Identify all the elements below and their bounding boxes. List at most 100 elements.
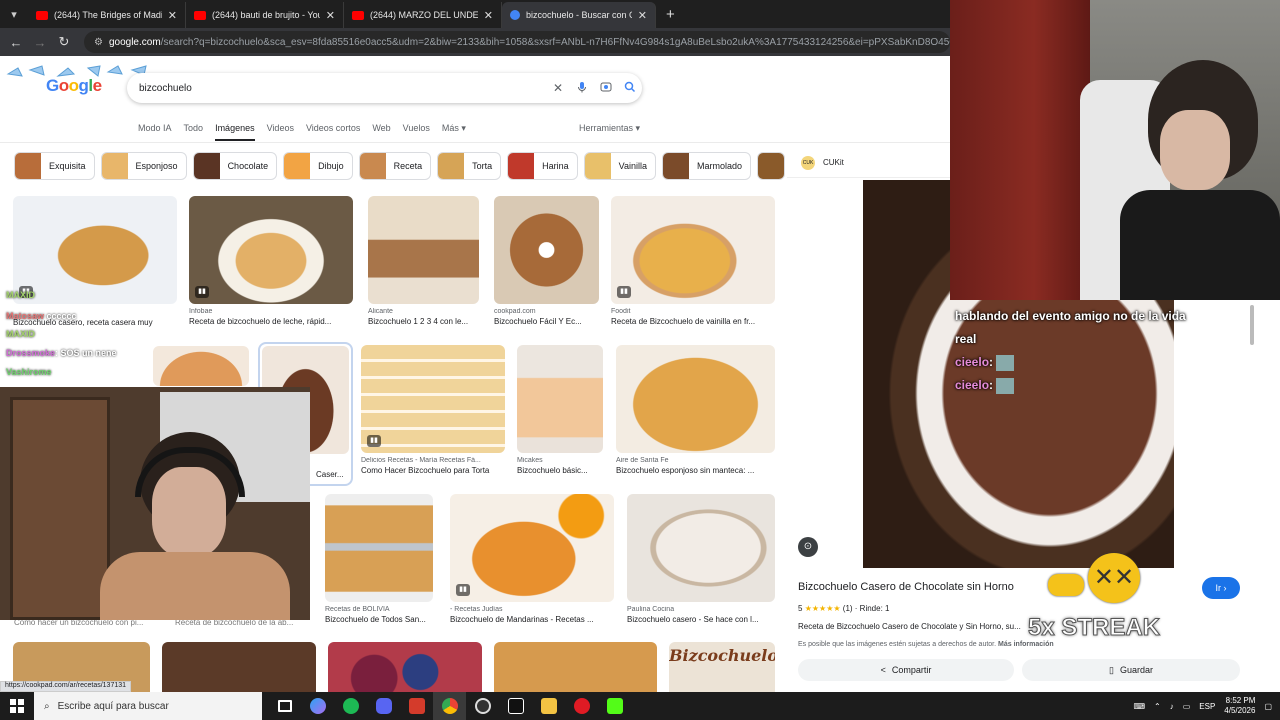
app-black-icon[interactable] — [499, 692, 532, 720]
address-bar[interactable]: ⚙ google.com/search?q=bizcochuelo&sca_es… — [84, 31, 950, 53]
chip-harina[interactable]: Harina — [507, 152, 578, 180]
clear-search-icon[interactable]: ✕ — [546, 81, 570, 95]
visit-label: Ir — [1215, 583, 1222, 593]
tab-4-active[interactable]: bizcochuelo - Buscar con Goog ✕ — [502, 2, 656, 28]
copilot-icon[interactable] — [301, 692, 334, 720]
forward-arrow-icon[interactable]: → — [28, 35, 52, 50]
task-view-icon[interactable] — [268, 692, 301, 720]
tab-mas[interactable]: Más ▾ — [442, 123, 466, 141]
file-explorer-icon[interactable] — [532, 692, 565, 720]
tab-3[interactable]: (2644) MARZO DEL UNDER AR ✕ — [344, 2, 502, 28]
chip-more[interactable] — [757, 152, 786, 180]
reload-icon[interactable]: ↻ — [52, 34, 76, 50]
result-image[interactable]: Bizcochuelo — [669, 642, 775, 692]
windows-start-icon[interactable] — [0, 699, 34, 713]
volume-icon[interactable]: ♪ — [1170, 702, 1174, 711]
result-card[interactable]: ▮▮ Delicios Recetas - María Recetas Fá..… — [361, 345, 505, 475]
search-input[interactable]: bizcochuelo — [139, 83, 546, 94]
clock[interactable]: 8:52 PM 4/5/2026 — [1224, 696, 1255, 716]
close-tab-icon[interactable]: ✕ — [326, 9, 335, 22]
chip-marmolado[interactable]: Marmolado — [662, 152, 752, 180]
result-image[interactable]: ▮▮ — [13, 196, 177, 304]
lens-search-icon[interactable]: ⊙ — [798, 537, 818, 557]
close-tab-icon[interactable]: ✕ — [638, 9, 647, 22]
person-sweater — [100, 552, 290, 620]
system-tray: ⌨ ⌃ ♪ ▭ ESP 8:52 PM 4/5/2026 ▢ — [1133, 692, 1272, 720]
visit-button[interactable]: Ir › — [1202, 577, 1240, 599]
search-box[interactable]: bizcochuelo ✕ — [127, 73, 642, 103]
chip-torta[interactable]: Torta — [437, 152, 502, 180]
result-image[interactable]: ▮▮ — [611, 196, 775, 304]
result-image[interactable] — [325, 494, 433, 602]
back-arrow-icon[interactable]: ← — [4, 35, 28, 50]
chip-exquisita[interactable]: Exquisita — [14, 152, 95, 180]
result-card[interactable]: ▮▮ - Recetas Judías Bizcochuelo de Manda… — [450, 494, 614, 624]
result-image[interactable] — [627, 494, 775, 602]
tab-2[interactable]: (2644) bauti de brujito - YouTub ✕ — [186, 2, 344, 28]
result-card[interactable]: ▮▮ Bizcochuelo casero, receta casera muy — [13, 196, 177, 327]
app-red-icon[interactable] — [400, 692, 433, 720]
chrome-icon[interactable] — [433, 692, 466, 720]
obs-icon[interactable] — [466, 692, 499, 720]
network-icon[interactable]: ▭ — [1183, 702, 1191, 711]
camera-lens-icon[interactable] — [594, 81, 618, 96]
result-image[interactable]: ▮▮ — [189, 196, 353, 304]
discord-icon[interactable] — [367, 692, 400, 720]
taskbar-search[interactable]: ⌕ Escribe aquí para buscar — [34, 692, 262, 720]
tools-button[interactable]: Herramientas ▾ — [579, 123, 640, 134]
result-image[interactable] — [517, 345, 603, 453]
result-card[interactable]: Paulina Cocina Bizcochuelo casero - Se h… — [627, 494, 775, 624]
result-image[interactable] — [153, 346, 249, 386]
result-card[interactable] — [153, 346, 249, 386]
preview-header[interactable]: CUK CUKit — [787, 148, 950, 178]
result-image[interactable] — [616, 345, 775, 453]
chevron-up-icon[interactable]: ⌃ — [1154, 702, 1161, 711]
tab-1[interactable]: (2644) The Bridges of Madison ✕ — [28, 2, 186, 28]
result-card[interactable]: Micakes Bizcochuelo básic... — [517, 345, 603, 475]
result-card[interactable]: Aire de Santa Fe Bizcochuelo esponjoso s… — [616, 345, 775, 475]
result-image[interactable] — [162, 642, 316, 692]
microphone-icon[interactable] — [570, 81, 594, 96]
chip-chocolate[interactable]: Chocolate — [192, 152, 278, 180]
search-icon[interactable] — [618, 81, 642, 96]
result-card[interactable]: Alicante Bizcochuelo 1 2 3 4 con le... — [368, 196, 479, 326]
opera-icon[interactable] — [565, 692, 598, 720]
result-card[interactable]: ▮▮ Foodit Receta de Bizcochuelo de vaini… — [611, 196, 775, 326]
result-image[interactable] — [494, 196, 599, 304]
language-indicator[interactable]: ESP — [1199, 702, 1215, 711]
result-card[interactable]: cookpad.com Bizcochuelo Fácil Y Ec... — [494, 196, 599, 326]
tab-modo-ia[interactable]: Modo IA — [138, 123, 172, 141]
result-image[interactable] — [494, 642, 657, 692]
tab-web[interactable]: Web — [372, 123, 390, 141]
tab-search-button[interactable]: ▾ — [0, 0, 28, 28]
kick-icon[interactable] — [598, 692, 631, 720]
chip-esponjoso[interactable]: Esponjoso — [100, 152, 187, 180]
tab-imagenes[interactable]: Imágenes — [215, 123, 255, 141]
google-logo[interactable]: Google — [46, 76, 102, 96]
close-tab-icon[interactable]: ✕ — [168, 9, 177, 22]
panel-scrollbar[interactable] — [1250, 305, 1254, 345]
preview-title[interactable]: Bizcochuelo Casero de Chocolate sin Horn… — [798, 581, 1014, 593]
spotify-icon[interactable] — [334, 692, 367, 720]
more-info-link[interactable]: Más información — [998, 641, 1054, 648]
result-card[interactable]: ▮▮ Infobae Receta de bizcochuelo de lech… — [189, 196, 353, 326]
share-button[interactable]: < Compartir — [798, 659, 1014, 681]
tab-videos[interactable]: Videos — [267, 123, 294, 141]
notifications-icon[interactable]: ▢ — [1264, 702, 1272, 711]
site-info-icon[interactable]: ⚙ — [94, 37, 103, 48]
save-button[interactable]: ▯ Guardar — [1022, 659, 1240, 681]
result-image[interactable]: ▮▮ — [361, 345, 505, 453]
result-image[interactable]: ▮▮ — [450, 494, 614, 602]
keyboard-icon[interactable]: ⌨ — [1133, 702, 1145, 711]
new-tab-button[interactable]: + — [666, 6, 675, 23]
tab-todo[interactable]: Todo — [184, 123, 204, 141]
chip-receta[interactable]: Receta — [358, 152, 432, 180]
result-image[interactable] — [328, 642, 482, 692]
result-image[interactable] — [368, 196, 479, 304]
result-card[interactable]: Recetas de BOLIVIA Bizcochuelo de Todos … — [325, 494, 433, 624]
tab-videos-cortos[interactable]: Videos cortos — [306, 123, 360, 141]
tab-vuelos[interactable]: Vuelos — [403, 123, 430, 141]
chip-dibujo[interactable]: Dibujo — [283, 152, 353, 180]
close-tab-icon[interactable]: ✕ — [484, 9, 493, 22]
chip-vainilla[interactable]: Vainilla — [583, 152, 657, 180]
